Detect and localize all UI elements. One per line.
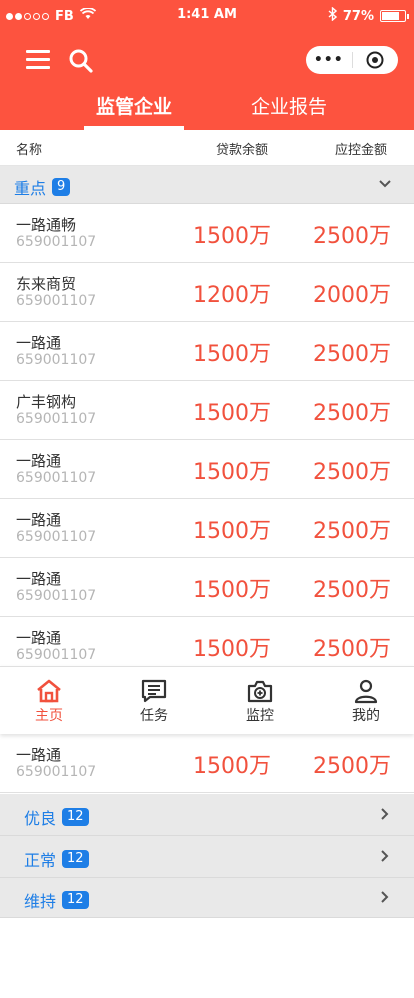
loan-balance-value: 1200万: [193, 283, 271, 308]
table-row[interactable]: 东来商贸 659001107 1200万 2000万: [0, 263, 414, 322]
company-code: 659001107: [16, 588, 97, 604]
tab-supervised-enterprises[interactable]: 监管企业: [84, 92, 184, 119]
group-header-good[interactable]: 优良 12: [0, 794, 414, 836]
control-amount-value: 2500万: [313, 637, 391, 662]
loan-balance-value: 1500万: [193, 342, 271, 367]
control-amount-value: 2500万: [313, 519, 391, 544]
company-code: 659001107: [16, 529, 97, 545]
user-icon: [331, 677, 401, 705]
company-name: 一路通: [16, 570, 62, 588]
control-amount-value: 2500万: [313, 401, 391, 426]
table-row[interactable]: 一路通 659001107 1500万 2500万: [0, 558, 414, 617]
company-name: 东来商贸: [16, 275, 77, 293]
table-row[interactable]: 广丰钢构 659001107 1500万 2500万: [0, 381, 414, 440]
table-row[interactable]: 一路通 659001107 1500万 2500万: [0, 617, 414, 667]
menu-icon[interactable]: [26, 50, 50, 70]
group-label: 维持: [24, 892, 57, 911]
tab-home[interactable]: 主页: [14, 677, 84, 725]
loan-balance-value: 1500万: [193, 754, 271, 779]
control-amount-value: 2500万: [313, 754, 391, 779]
control-amount-value: 2000万: [313, 283, 391, 308]
company-code: 659001107: [16, 647, 97, 663]
group-count-badge: 12: [62, 808, 89, 826]
company-name: 一路通畅: [16, 216, 77, 234]
table-header: 名称 贷款余额 应控金额: [0, 130, 414, 166]
battery-percent: 77%: [342, 8, 374, 24]
company-code: 659001107: [16, 411, 97, 427]
group-count-badge: 12: [62, 891, 89, 909]
company-code: 659001107: [16, 352, 97, 368]
tab-tasks[interactable]: 任务: [119, 677, 189, 725]
battery-icon: [380, 10, 409, 22]
loan-balance-value: 1500万: [193, 578, 271, 603]
column-name: 名称: [16, 143, 43, 158]
tab-tasks-label: 任务: [140, 708, 168, 724]
control-amount-value: 2500万: [313, 224, 391, 249]
table-row[interactable]: 一路通畅 659001107 1500万 2500万: [0, 204, 414, 263]
message-list-icon: [119, 677, 189, 705]
app-header: ••• 监管企业 企业报告: [0, 30, 414, 130]
tab-mine-label: 我的: [352, 708, 380, 724]
loan-balance-value: 1500万: [193, 224, 271, 249]
table-row[interactable]: 一路通 659001107 1500万 2500万: [0, 440, 414, 499]
status-bar: FB 1:41 AM 77%: [0, 0, 414, 30]
search-icon[interactable]: [68, 48, 94, 74]
mini-program-capsule: •••: [306, 46, 398, 74]
control-amount-value: 2500万: [313, 460, 391, 485]
tab-monitor[interactable]: 监控: [225, 677, 295, 725]
tab-mine[interactable]: 我的: [331, 677, 401, 725]
tab-enterprise-reports[interactable]: 企业报告: [224, 92, 354, 119]
bluetooth-icon: [328, 6, 337, 25]
chevron-right-icon: [378, 889, 392, 908]
group-label: 优良: [24, 809, 57, 828]
group-label: 正常: [24, 851, 57, 870]
loan-balance-value: 1500万: [193, 460, 271, 485]
chevron-right-icon: [378, 848, 392, 867]
company-name: 一路通: [16, 511, 62, 529]
bottom-tab-bar: 主页 任务 监控 我的: [0, 666, 414, 734]
home-icon: [14, 677, 84, 705]
company-name: 一路通: [16, 452, 62, 470]
column-loan-balance: 贷款余额: [216, 143, 269, 158]
table-row[interactable]: 一路通 659001107 1500万 2500万: [0, 322, 414, 381]
company-name: 一路通: [16, 629, 62, 647]
group-label: 重点: [14, 179, 47, 198]
close-program-icon[interactable]: [352, 51, 398, 69]
group-count-badge: 12: [62, 850, 89, 868]
tab-home-label: 主页: [35, 708, 63, 724]
chevron-right-icon: [378, 806, 392, 825]
loan-balance-value: 1500万: [193, 637, 271, 662]
company-code: 659001107: [16, 293, 97, 309]
control-amount-value: 2500万: [313, 578, 391, 603]
company-name: 一路通: [16, 334, 62, 352]
company-code: 659001107: [16, 764, 97, 780]
more-options-icon[interactable]: •••: [306, 52, 352, 68]
company-code: 659001107: [16, 470, 97, 486]
company-name: 广丰钢构: [16, 393, 77, 411]
group-header-maintain[interactable]: 维持 12: [0, 878, 414, 918]
camera-icon: [225, 677, 295, 705]
group-count-badge: 9: [52, 178, 71, 196]
group-header-normal[interactable]: 正常 12: [0, 836, 414, 878]
table-row[interactable]: 一路通 659001107 1500万 2500万: [0, 734, 414, 793]
loan-balance-value: 1500万: [193, 519, 271, 544]
company-code: 659001107: [16, 234, 97, 250]
column-control-amount: 应控金额: [335, 143, 388, 158]
loan-balance-value: 1500万: [193, 401, 271, 426]
table-row[interactable]: 一路通 659001107 1500万 2500万: [0, 499, 414, 558]
tab-monitor-label: 监控: [246, 708, 274, 724]
control-amount-value: 2500万: [313, 342, 391, 367]
chevron-down-icon: [378, 176, 392, 195]
group-header-key[interactable]: 重点 9: [0, 166, 414, 204]
company-name: 一路通: [16, 746, 62, 764]
